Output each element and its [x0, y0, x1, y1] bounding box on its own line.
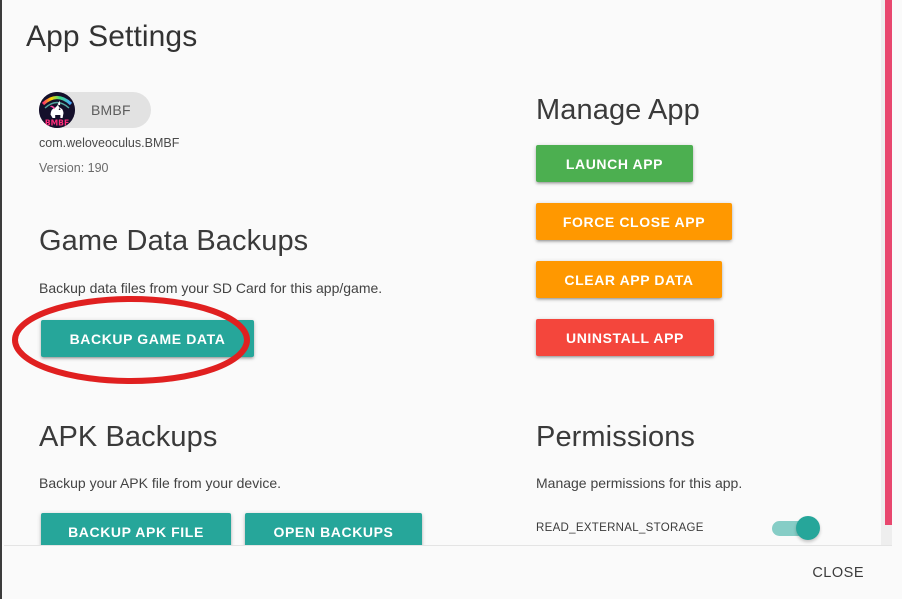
- section-description-game-data-backups: Backup data files from your SD Card for …: [39, 280, 383, 296]
- open-backups-button[interactable]: OPEN BACKUPS: [245, 513, 422, 545]
- uninstall-app-button[interactable]: UNINSTALL APP: [536, 319, 714, 356]
- dialog-scroll-content[interactable]: App Settings BMBF BMBF com.weloveoculus.…: [4, 0, 892, 546]
- backup-game-data-button[interactable]: BACKUP GAME DATA: [41, 320, 254, 357]
- section-heading-manage-app: Manage App: [536, 94, 700, 126]
- clear-app-data-button[interactable]: CLEAR APP DATA: [536, 261, 722, 298]
- app-settings-dialog-window: App Settings BMBF BMBF com.weloveoculus.…: [0, 0, 902, 599]
- force-close-app-button[interactable]: FORCE CLOSE APP: [536, 203, 732, 240]
- toggle-thumb: [796, 516, 820, 540]
- app-identity-chip[interactable]: BMBF BMBF: [39, 92, 151, 128]
- dialog-footer: CLOSE: [4, 546, 892, 599]
- page-title: App Settings: [26, 20, 198, 53]
- permission-toggle-switch[interactable]: [772, 516, 826, 540]
- section-description-apk-backups: Backup your APK file from your device.: [39, 475, 281, 491]
- close-button[interactable]: CLOSE: [806, 557, 870, 589]
- permission-name: READ_EXTERNAL_STORAGE: [536, 522, 704, 534]
- section-description-permissions: Manage permissions for this app.: [536, 475, 743, 491]
- window-frame-left-edge: [0, 0, 2, 599]
- launch-app-button[interactable]: LAUNCH APP: [536, 145, 693, 182]
- svg-text:BMBF: BMBF: [45, 118, 69, 127]
- vertical-scrollbar-thumb[interactable]: [885, 0, 892, 525]
- bmbf-unicorn-avatar-icon: BMBF: [39, 92, 75, 128]
- app-chip-label: BMBF: [91, 102, 131, 118]
- permission-row: READ_EXTERNAL_STORAGE: [536, 513, 826, 543]
- section-heading-permissions: Permissions: [536, 421, 696, 453]
- dialog-surface: App Settings BMBF BMBF com.weloveoculus.…: [2, 0, 892, 599]
- app-package-name: com.weloveoculus.BMBF: [39, 136, 180, 150]
- app-version-text: Version: 190: [39, 161, 109, 175]
- section-heading-game-data-backups: Game Data Backups: [39, 225, 309, 257]
- section-heading-apk-backups: APK Backups: [39, 421, 218, 453]
- backup-apk-file-button[interactable]: BACKUP APK FILE: [41, 513, 231, 545]
